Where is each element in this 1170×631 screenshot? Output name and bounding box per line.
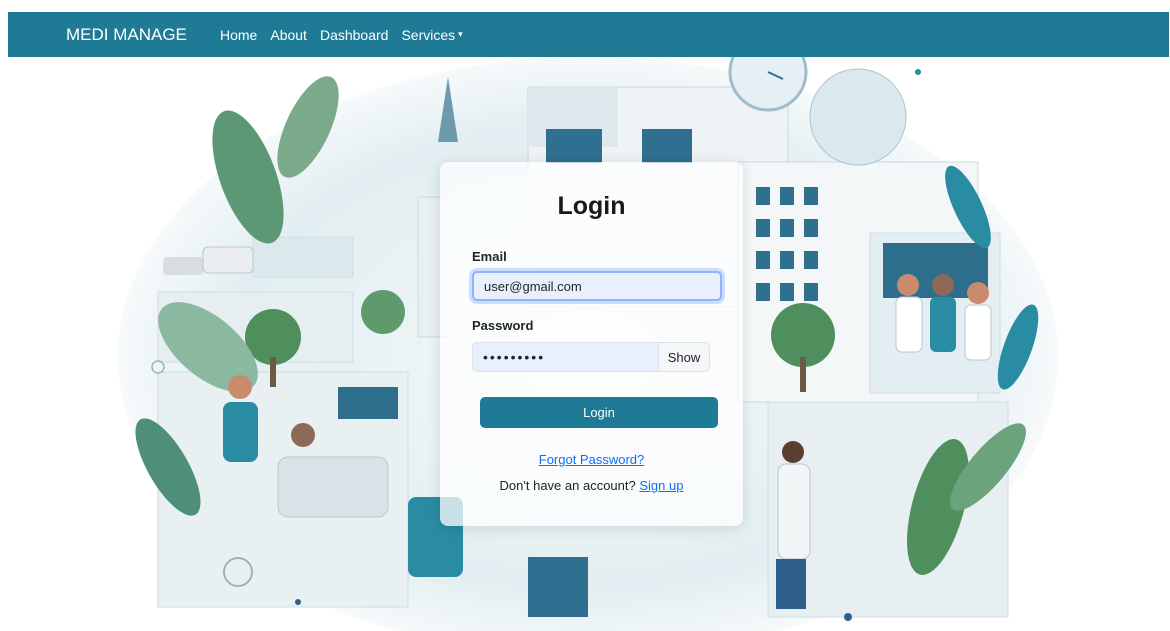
password-label: Password — [472, 318, 534, 333]
monitor-left — [338, 387, 398, 419]
show-password-button[interactable]: Show — [658, 342, 710, 372]
brand-logo[interactable]: MEDI MANAGE — [66, 25, 220, 45]
signup-row: Don't have an account? Sign up — [440, 478, 743, 493]
nurse-right-1 — [930, 297, 956, 352]
patient-head — [291, 423, 315, 447]
login-title: Login — [557, 192, 626, 220]
nav-links: Home About Dashboard Services ▾ — [220, 27, 476, 43]
patient-chair — [277, 456, 389, 518]
email-input[interactable] — [472, 271, 722, 301]
signup-link[interactable]: Sign up — [639, 478, 683, 493]
nav-link-about[interactable]: About — [270, 27, 307, 43]
globe-dome — [809, 68, 907, 166]
nav-link-services-label: Services — [401, 26, 456, 43]
van — [202, 246, 254, 274]
login-card: Login Email Password ••••••••• Show Logi… — [440, 162, 743, 526]
forgot-password-link[interactable]: Forgot Password? — [440, 452, 743, 467]
nav-dropdown-services[interactable]: Services ▾ — [401, 27, 462, 43]
doctor-right-1 — [895, 296, 923, 353]
signup-prompt: Don't have an account? — [499, 478, 636, 493]
doctor-ward — [777, 463, 811, 560]
doctor-right-2 — [964, 304, 992, 361]
password-value: ••••••••• — [483, 349, 546, 365]
nav-link-home[interactable]: Home — [220, 27, 257, 43]
password-group: ••••••••• Show — [472, 342, 710, 372]
nurse-body — [223, 402, 258, 462]
top-navbar: MEDI MANAGE Home About Dashboard Service… — [8, 12, 1169, 57]
nurse-head — [228, 375, 252, 399]
car-1 — [163, 257, 203, 275]
login-submit-button[interactable]: Login — [480, 397, 718, 428]
password-input[interactable]: ••••••••• — [472, 342, 658, 372]
caret-down-icon: ▾ — [458, 29, 463, 39]
nav-link-dashboard[interactable]: Dashboard — [320, 27, 389, 43]
nurse-lower-legs — [528, 557, 588, 617]
email-label: Email — [472, 249, 507, 264]
